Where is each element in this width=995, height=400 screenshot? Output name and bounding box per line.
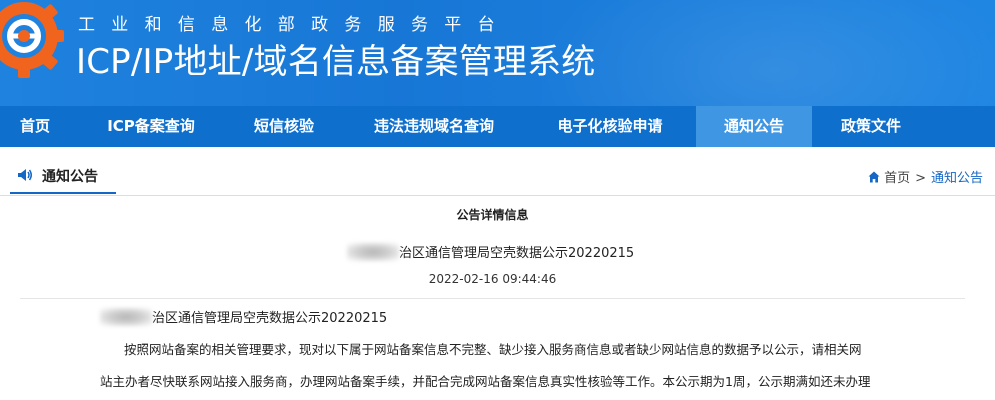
section-bar: 通知公告 首页 > 通知公告 [0, 155, 995, 196]
breadcrumb-current-link[interactable]: 通知公告 [931, 171, 983, 186]
body-title: 治区通信管理局空壳数据公示20220215 [100, 307, 387, 326]
redacted-blur [347, 243, 399, 261]
speaker-icon [18, 169, 32, 181]
org-name: 工业和信息化部政务服务平台 [78, 15, 511, 35]
main-nav: 首页 ICP备案查询 短信核验 违法违规域名查询 电子化核验申请 通知公告 政策… [0, 106, 995, 147]
notice-title-text: 治区通信管理局空壳数据公示20220215 [399, 246, 635, 261]
body-title-text: 治区通信管理局空壳数据公示20220215 [152, 311, 388, 326]
system-title: ICP/IP地址/域名信息备案管理系统 [76, 42, 596, 82]
detail-heading: 公告详情信息 [456, 208, 529, 222]
nav-item-notices[interactable]: 通知公告 [696, 106, 812, 147]
content-divider [20, 298, 965, 299]
notice-date: 2022-02-16 09:44:46 [428, 272, 557, 286]
redacted-blur [100, 308, 152, 326]
nav-item-sms-verify[interactable]: 短信核验 [234, 106, 334, 147]
breadcrumb-home-link[interactable]: 首页 [884, 171, 910, 186]
breadcrumb: 首页 > 通知公告 [868, 167, 983, 186]
notice-title: 治区通信管理局空壳数据公示20220215 [347, 242, 634, 261]
nav-item-policy-docs[interactable]: 政策文件 [820, 106, 922, 147]
home-icon [868, 171, 880, 183]
section-title-underline [10, 192, 116, 194]
ministry-logo-icon [0, 2, 64, 78]
nav-item-e-verify-apply[interactable]: 电子化核验申请 [538, 106, 682, 147]
paragraph-line-1: 按照网站备案的相关管理要求，现对以下属于网站备案信息不完整、缺少接入服务商信息或… [124, 342, 862, 357]
nav-item-illegal-domain-query[interactable]: 违法违规域名查询 [354, 106, 514, 147]
paragraph-line-2: 站主办者尽快联系网站接入服务商，办理网站备案手续，并配合完成网站备案信息真实性核… [100, 374, 871, 389]
breadcrumb-separator: > [915, 171, 926, 186]
site-header: 工业和信息化部政务服务平台 ICP/IP地址/域名信息备案管理系统 [0, 0, 995, 106]
nav-item-icp-query[interactable]: ICP备案查询 [80, 106, 222, 147]
section-title: 通知公告 [42, 169, 98, 185]
nav-item-home[interactable]: 首页 [0, 106, 70, 147]
